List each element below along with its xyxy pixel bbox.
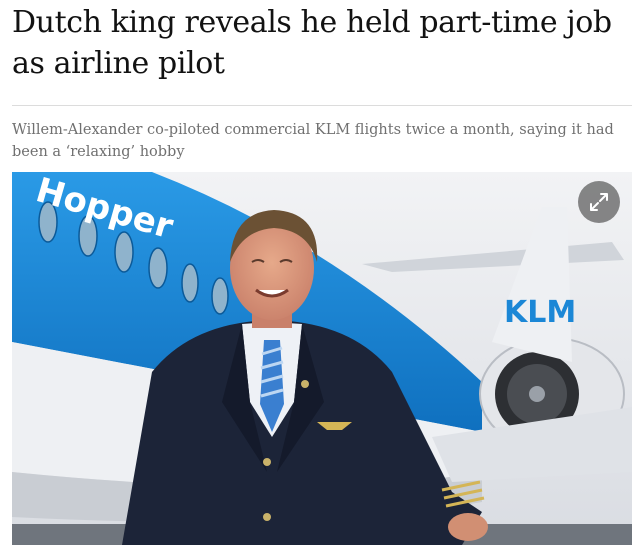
headline-divider <box>12 105 632 106</box>
article-photo[interactable]: Hopper KLM <box>12 172 632 545</box>
tail-logo: KLM <box>504 295 576 330</box>
expand-arrows-icon <box>590 193 608 211</box>
photo-illustration: Hopper KLM <box>12 172 632 545</box>
expand-image-button[interactable] <box>578 181 620 223</box>
article-standfirst: Willem-Alexander co-piloted commercial K… <box>12 122 614 160</box>
article-headline: Dutch king reveals he held part-time job… <box>12 5 612 81</box>
